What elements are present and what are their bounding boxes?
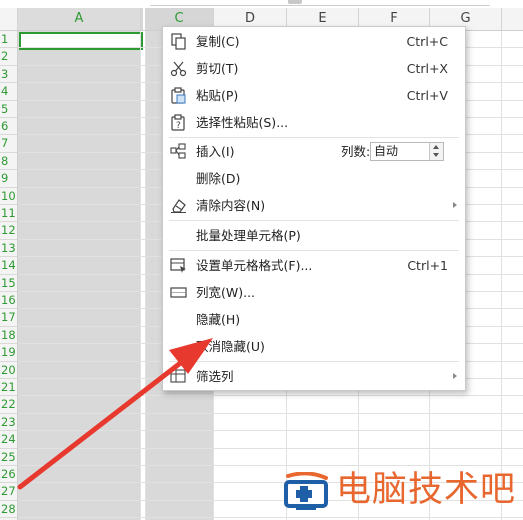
menu-item-batch-process[interactable]: 批量处理单元格(P) [163,222,465,249]
menu-item-shortcut: Ctrl+V [406,88,448,103]
row-header[interactable]: 14 [0,257,17,275]
row-header[interactable]: 27 [0,483,17,501]
submenu-arrow-icon [453,202,457,208]
watermark-text: 电脑技术吧 [336,470,517,510]
row-header[interactable]: 15 [0,275,17,292]
menu-item-label: 筛选列 [196,369,234,384]
column-count-label: 列数: [341,144,371,159]
row-header[interactable]: 10 [0,188,17,205]
select-all-corner[interactable] [0,8,18,30]
menu-item-copy[interactable]: 复制(C) Ctrl+C [163,28,465,55]
menu-item-label: 插入(I) [196,144,235,159]
paste-special-icon: ? [171,114,185,131]
stepper-buttons[interactable] [429,143,443,160]
row-gridline [18,447,523,449]
toolbar-divider [150,5,490,6]
row-header[interactable]: 7 [0,135,17,153]
row-gridline [18,430,523,432]
row-header[interactable]: 2 [0,48,17,66]
row-header[interactable]: 6 [0,118,17,136]
menu-separator [169,250,459,251]
menu-item-clear-contents[interactable]: 清除内容(N) [163,192,465,219]
column-header-h[interactable] [502,8,523,30]
copy-icon [171,33,186,50]
row-header[interactable]: 20 [0,362,17,379]
scissors-icon [170,61,187,77]
menu-item-label: 复制(C) [196,34,240,49]
menu-item-shortcut: Ctrl+C [406,34,448,49]
row-header[interactable]: 25 [0,449,17,466]
submenu-arrow-icon [453,373,457,379]
spreadsheet: A C D E F G 1 2 3 4 5 6 7 8 9 10 11 12 13 14 15 16 17 18 1… [0,0,523,520]
row-header[interactable]: 16 [0,292,17,310]
row-header[interactable]: 23 [0,414,17,432]
column-gridline [140,31,141,520]
menu-item-label: 剪切(T) [196,61,239,76]
row-header[interactable]: 18 [0,327,17,345]
menu-item-shortcut: Ctrl+X [406,61,448,76]
row-header[interactable]: 5 [0,101,17,118]
menu-item-paste[interactable]: 粘贴(P) Ctrl+V [163,82,465,109]
row-header[interactable]: 13 [0,240,17,258]
menu-item-format-cells[interactable]: 设置单元格格式(F)... Ctrl+1 [163,252,465,279]
toolbar-strip [0,0,523,8]
column-header-a[interactable]: A [18,8,141,30]
menu-item-label: 取消隐藏(U) [196,339,265,354]
row-header[interactable]: 8 [0,153,17,171]
column-count-value[interactable]: 自动 [374,143,398,160]
row-gridline [18,412,523,414]
filter-icon [170,369,186,383]
row-header[interactable]: 24 [0,431,17,449]
menu-item-label: 设置单元格格式(F)... [196,258,313,273]
row-header[interactable]: 9 [0,170,17,188]
menu-separator [169,220,459,221]
row-gridline [18,517,523,519]
menu-item-shortcut: Ctrl+1 [407,258,448,273]
row-header-column: 1 2 3 4 5 6 7 8 9 10 11 12 13 14 15 16 17 18 19 20 21 22 23 24 2… [0,31,18,520]
menu-item-label: 批量处理单元格(P) [196,228,301,243]
context-menu: 复制(C) Ctrl+C 剪切(T) Ctrl+X 粘贴(P) Ctrl+V ?… [162,26,466,391]
row-header[interactable]: 22 [0,396,17,414]
stepper-down-icon[interactable] [433,153,439,157]
row-header[interactable]: 28 [0,501,17,519]
column-gridline [501,31,502,520]
column-gridline [145,31,146,520]
menu-item-label: 列宽(W)... [196,285,256,300]
menu-item-label: 粘贴(P) [196,88,239,103]
menu-separator [169,361,459,362]
stepper-up-icon[interactable] [433,145,439,149]
row-header[interactable]: 21 [0,379,17,397]
row-header[interactable]: 1 [0,31,17,49]
row-gridline [18,395,523,397]
menu-item-unhide[interactable]: 取消隐藏(U) [163,333,465,360]
menu-item-label: 隐藏(H) [196,312,241,327]
menu-item-label: 删除(D) [196,171,241,186]
row-header[interactable]: 4 [0,83,17,101]
menu-item-column-width[interactable]: 列宽(W)... [163,279,465,306]
eraser-icon [171,199,186,213]
insert-icon [170,143,186,159]
paste-icon [171,87,186,104]
watermark: 电脑技术吧 [282,466,522,514]
svg-text:?: ? [176,121,181,131]
row-header[interactable]: 26 [0,466,17,484]
format-cells-icon [170,258,186,273]
menu-item-hide[interactable]: 隐藏(H) [163,306,465,333]
row-header[interactable]: 3 [0,66,17,84]
row-header[interactable]: 12 [0,222,17,240]
row-header[interactable]: 17 [0,309,17,327]
column-count-stepper[interactable]: 自动 [370,142,444,161]
row-header[interactable]: 11 [0,205,17,223]
toolbar-handle[interactable] [288,0,302,4]
menu-item-paste-special[interactable]: ? 选择性粘贴(S)... [163,109,465,136]
menu-item-delete[interactable]: 删除(D) [163,165,465,192]
menu-item-cut[interactable]: 剪切(T) Ctrl+X [163,55,465,82]
menu-item-insert[interactable]: 插入(I) 列数: 自动 [163,138,465,165]
menu-item-label: 选择性粘贴(S)... [196,115,289,130]
menu-item-filter-column[interactable]: 筛选列 [163,363,465,390]
watermark-logo-icon [284,472,328,510]
menu-item-label: 清除内容(N) [196,198,266,213]
column-width-icon [170,287,187,298]
row-header[interactable]: 19 [0,344,17,362]
